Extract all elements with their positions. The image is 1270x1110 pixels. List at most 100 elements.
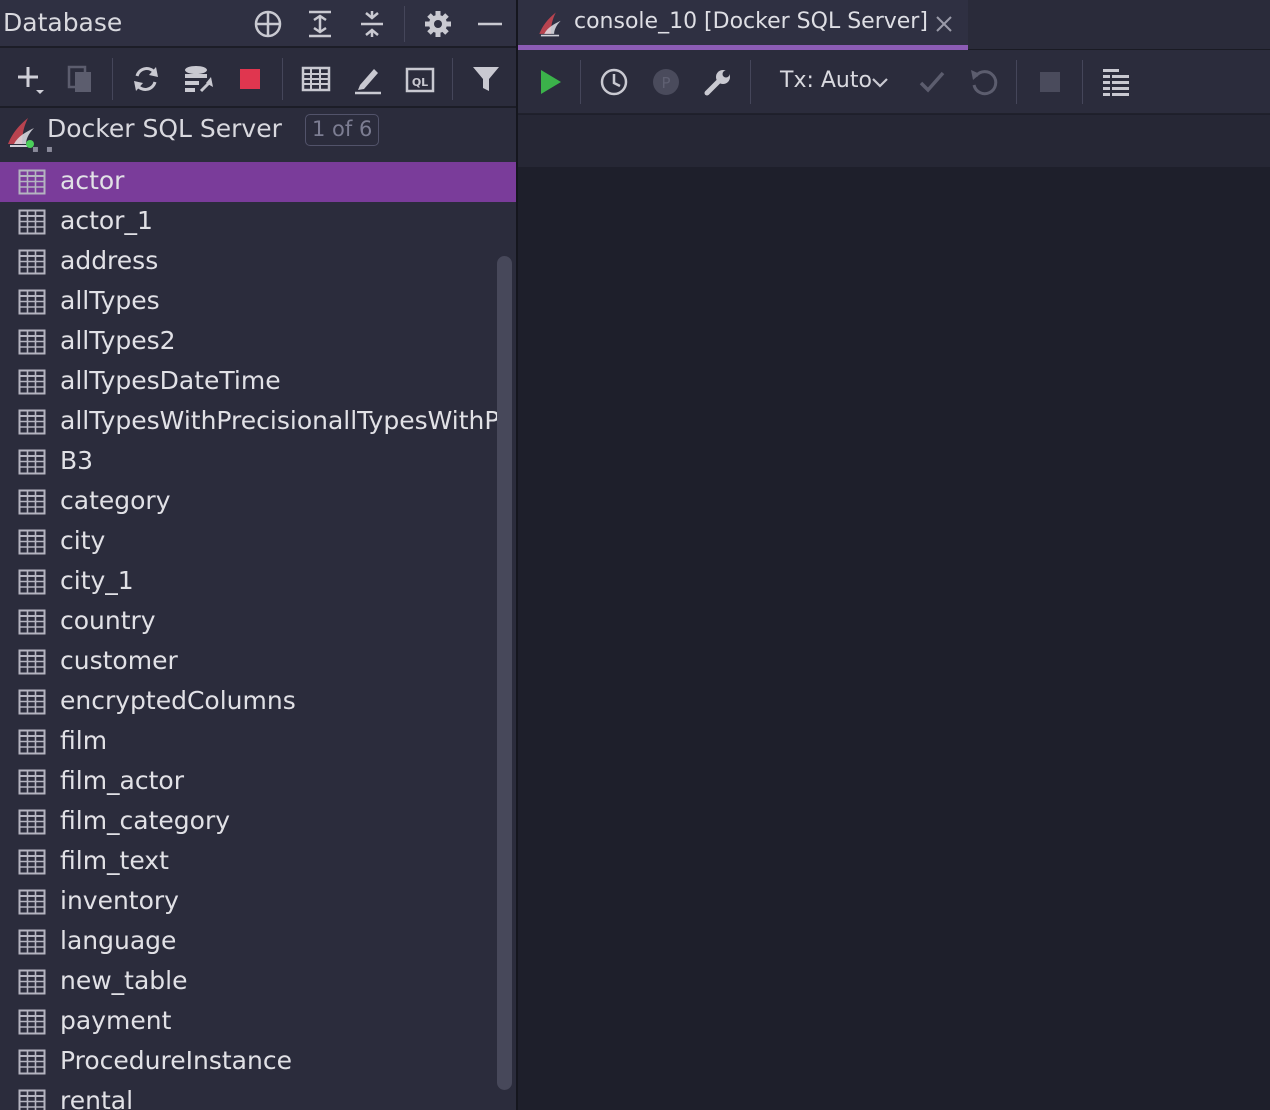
tree-item-table[interactable]: inventory — [0, 882, 516, 922]
filter-icon[interactable] — [470, 63, 502, 95]
table-icon[interactable] — [300, 63, 332, 95]
tree-item-table[interactable]: category — [0, 482, 516, 522]
parameter-icon[interactable]: P — [650, 66, 682, 98]
tree-item-label: language — [60, 926, 177, 955]
tree-item-table[interactable]: film_actor — [0, 762, 516, 802]
tree-item-table[interactable]: allTypesWithPrecisionallTypesWithPr — [0, 402, 516, 442]
tab-console[interactable]: console_10 [Docker SQL Server] — [518, 0, 968, 50]
add-icon[interactable] — [14, 63, 46, 95]
collapse-all-icon[interactable] — [356, 8, 388, 40]
tree-item-table[interactable]: encryptedColumns — [0, 682, 516, 722]
tree-item-label: allTypes2 — [60, 326, 176, 355]
table-icon — [18, 849, 46, 875]
minimize-icon[interactable] — [474, 8, 506, 40]
table-icon — [18, 409, 46, 435]
close-icon[interactable] — [932, 12, 956, 36]
toolbar-separator — [1082, 60, 1083, 104]
tree-item-table[interactable]: address — [0, 242, 516, 282]
editor-area: console_10 [Docker SQL Server] P Tx: Aut — [518, 0, 1270, 1110]
tree-item-table[interactable]: allTypesDateTime — [0, 362, 516, 402]
table-icon — [18, 209, 46, 235]
run-icon[interactable] — [534, 66, 566, 98]
edit-icon[interactable] — [352, 63, 384, 95]
gear-icon[interactable] — [422, 8, 454, 40]
tree-item-table[interactable]: allTypes — [0, 282, 516, 322]
output-layout-icon[interactable] — [1100, 66, 1132, 98]
ql-console-icon[interactable]: QL — [404, 63, 436, 95]
tree-item-table[interactable]: allTypes2 — [0, 322, 516, 362]
crosshair-icon[interactable] — [252, 8, 284, 40]
tree-item-label: country — [60, 606, 156, 635]
schema-sync-icon[interactable] — [182, 63, 214, 95]
schema-count-badge[interactable]: 1 of 6 — [305, 114, 380, 146]
copy-icon[interactable] — [64, 63, 96, 95]
table-icon — [18, 569, 46, 595]
table-icon — [18, 169, 46, 195]
tree-item-label: actor_1 — [60, 206, 153, 235]
table-icon — [18, 329, 46, 355]
commit-icon[interactable] — [916, 66, 948, 98]
tree-item-table[interactable]: customer — [0, 642, 516, 682]
console-toolbar: P Tx: Auto — [518, 50, 1270, 114]
table-icon — [18, 1049, 46, 1075]
tree-item-label: city — [60, 526, 106, 555]
tree-item-table[interactable]: language — [0, 922, 516, 962]
connection-row[interactable]: Docker SQL Server 1 of 6 — [0, 110, 516, 154]
table-icon — [18, 649, 46, 675]
tree-item-table[interactable]: city — [0, 522, 516, 562]
header-separator — [404, 6, 405, 42]
history-icon[interactable] — [598, 66, 630, 98]
table-icon — [18, 289, 46, 315]
rollback-icon[interactable] — [968, 66, 1000, 98]
refresh-icon[interactable] — [130, 63, 162, 95]
sql-editor[interactable] — [518, 167, 1270, 1110]
table-icon — [18, 889, 46, 915]
tree-item-table[interactable]: film_category — [0, 802, 516, 842]
svg-text:QL: QL — [412, 76, 428, 89]
tree-item-label: new_table — [60, 966, 188, 995]
tree-item-table[interactable]: payment — [0, 1002, 516, 1042]
tree-item-table[interactable]: actor — [0, 162, 516, 202]
tree-item-table[interactable]: rental — [0, 1082, 516, 1110]
toolbar-separator — [1016, 60, 1017, 104]
tree-item-label: actor — [60, 166, 125, 195]
tree-item-table[interactable]: film_text — [0, 842, 516, 882]
tree-item-table[interactable]: city_1 — [0, 562, 516, 602]
tree-item-table[interactable]: ProcedureInstance — [0, 1042, 516, 1082]
chevron-down-icon[interactable] — [868, 70, 892, 94]
stop-icon[interactable] — [234, 63, 266, 95]
tree-item-label: allTypes — [60, 286, 160, 315]
database-tool-window: Database QL Docker SQL Server 1 of 6 ▪ ▪… — [0, 0, 516, 1110]
database-panel-header: Database — [0, 0, 516, 48]
table-icon — [18, 529, 46, 555]
table-icon — [18, 929, 46, 955]
tree-item-table[interactable]: country — [0, 602, 516, 642]
svg-text:P: P — [661, 74, 670, 92]
clipped-tree-row: ▪ ▪ — [32, 144, 55, 155]
transaction-mode-dropdown[interactable]: Tx: Auto — [780, 68, 872, 93]
tree-item-label: city_1 — [60, 566, 134, 595]
database-toolbar: QL — [0, 50, 516, 108]
toolbar-separator — [452, 58, 453, 100]
tree-item-table[interactable]: actor_1 — [0, 202, 516, 242]
connection-name: Docker SQL Server — [47, 114, 282, 143]
tab-label: console_10 [Docker SQL Server] — [574, 9, 928, 34]
tree-item-label: category — [60, 486, 171, 515]
tree-item-table[interactable]: B3 — [0, 442, 516, 482]
tree-item-table[interactable]: film — [0, 722, 516, 762]
editor-gutter-strip — [518, 115, 1270, 167]
editor-tab-bar: console_10 [Docker SQL Server] — [518, 0, 1270, 50]
table-icon — [18, 369, 46, 395]
settings-wrench-icon[interactable] — [702, 66, 734, 98]
tree-item-label: allTypesDateTime — [60, 366, 281, 395]
stop-icon[interactable] — [1034, 66, 1066, 98]
expand-all-icon[interactable] — [304, 8, 336, 40]
tree-item-label: payment — [60, 1006, 172, 1035]
tree-scrollbar[interactable] — [497, 256, 512, 1090]
table-icon — [18, 729, 46, 755]
tree-item-table[interactable]: new_table — [0, 962, 516, 1002]
table-icon — [18, 1009, 46, 1035]
tree-item-label: film — [60, 726, 108, 755]
tree-item-label: film_category — [60, 806, 231, 835]
table-icon — [18, 449, 46, 475]
